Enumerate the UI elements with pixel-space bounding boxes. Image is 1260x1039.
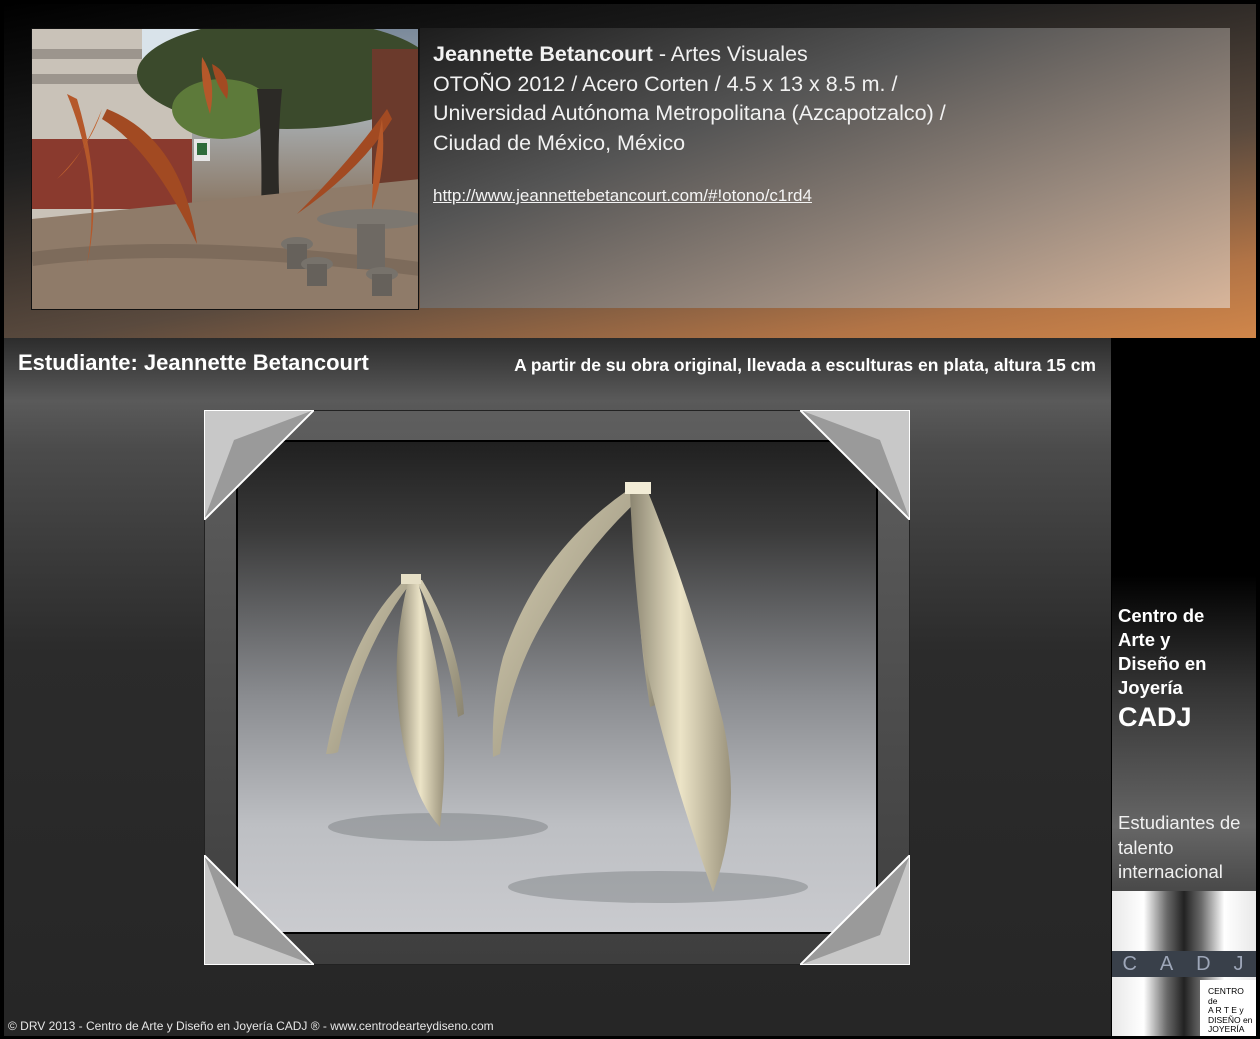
artwork-description: Jeannette Betancourt - Artes Visuales OT… — [433, 40, 1193, 158]
logo-letter: J — [1233, 952, 1246, 975]
cadj-logo-letters: C A D J — [1112, 951, 1256, 977]
large-sculpture-leaf — [492, 490, 636, 757]
large-sculpture-leaf — [630, 492, 731, 892]
silver-sculptures-drawing — [326, 482, 808, 903]
tagline-line: talento — [1118, 836, 1174, 858]
tagline-line: internacional — [1118, 861, 1223, 882]
logo-letter: A — [1159, 952, 1176, 975]
discipline: - Artes Visuales — [652, 42, 808, 66]
school-acronym: CADJ — [1118, 702, 1192, 732]
talent-tagline: Estudiantes de talento internacional — [1118, 811, 1252, 885]
artist-line: Jeannette Betancourt - Artes Visuales — [433, 40, 1193, 70]
artwork-location: Universidad Autónoma Metropolitana (Azca… — [433, 101, 946, 125]
piece-note: A partir de su obra original, llevada a … — [514, 355, 1096, 375]
artwork-details: OTOÑO 2012 / Acero Corten / 4.5 x 13 x 8… — [433, 71, 898, 96]
frame-corner-top-right — [800, 410, 910, 520]
school-name-line: Joyería — [1118, 677, 1183, 698]
logo-letter: C — [1122, 952, 1139, 975]
cadj-logo-block: CENTRO de A R T E y DISEÑO en JOYERÍA — [1200, 980, 1256, 1036]
student-title: Estudiante: Jeannette Betancourt — [18, 350, 369, 375]
frame-corner-bottom-left — [204, 855, 314, 965]
silver-sculptures-photo — [236, 440, 878, 934]
school-name-line: Arte y — [1118, 629, 1171, 650]
artwork-city: Ciudad de México, México — [433, 130, 686, 155]
artist-website-link[interactable]: http://www.jeannettebetancourt.com/#!oto… — [433, 186, 812, 206]
school-name: Centro de Arte y Diseño en Joyería CADJ — [1118, 604, 1252, 733]
tagline-line: Estudiantes de — [1118, 812, 1241, 833]
logo-letter: D — [1196, 952, 1213, 975]
school-name-line: Diseño en — [1118, 653, 1207, 674]
outdoor-scene-drawing — [32, 29, 418, 309]
school-name-line: Centro de — [1118, 605, 1205, 626]
frame-corner-bottom-right — [800, 855, 910, 965]
outdoor-sculpture-photo — [31, 28, 419, 310]
logo-block-line: JOYERÍA — [1208, 1024, 1245, 1034]
logo-block-line: CENTRO de — [1208, 986, 1244, 1006]
frame-corner-top-left — [204, 410, 314, 520]
artist-name: Jeannette Betancourt — [433, 42, 653, 66]
copyright-footer: © DRV 2013 - Centro de Arte y Diseño en … — [8, 1019, 494, 1033]
